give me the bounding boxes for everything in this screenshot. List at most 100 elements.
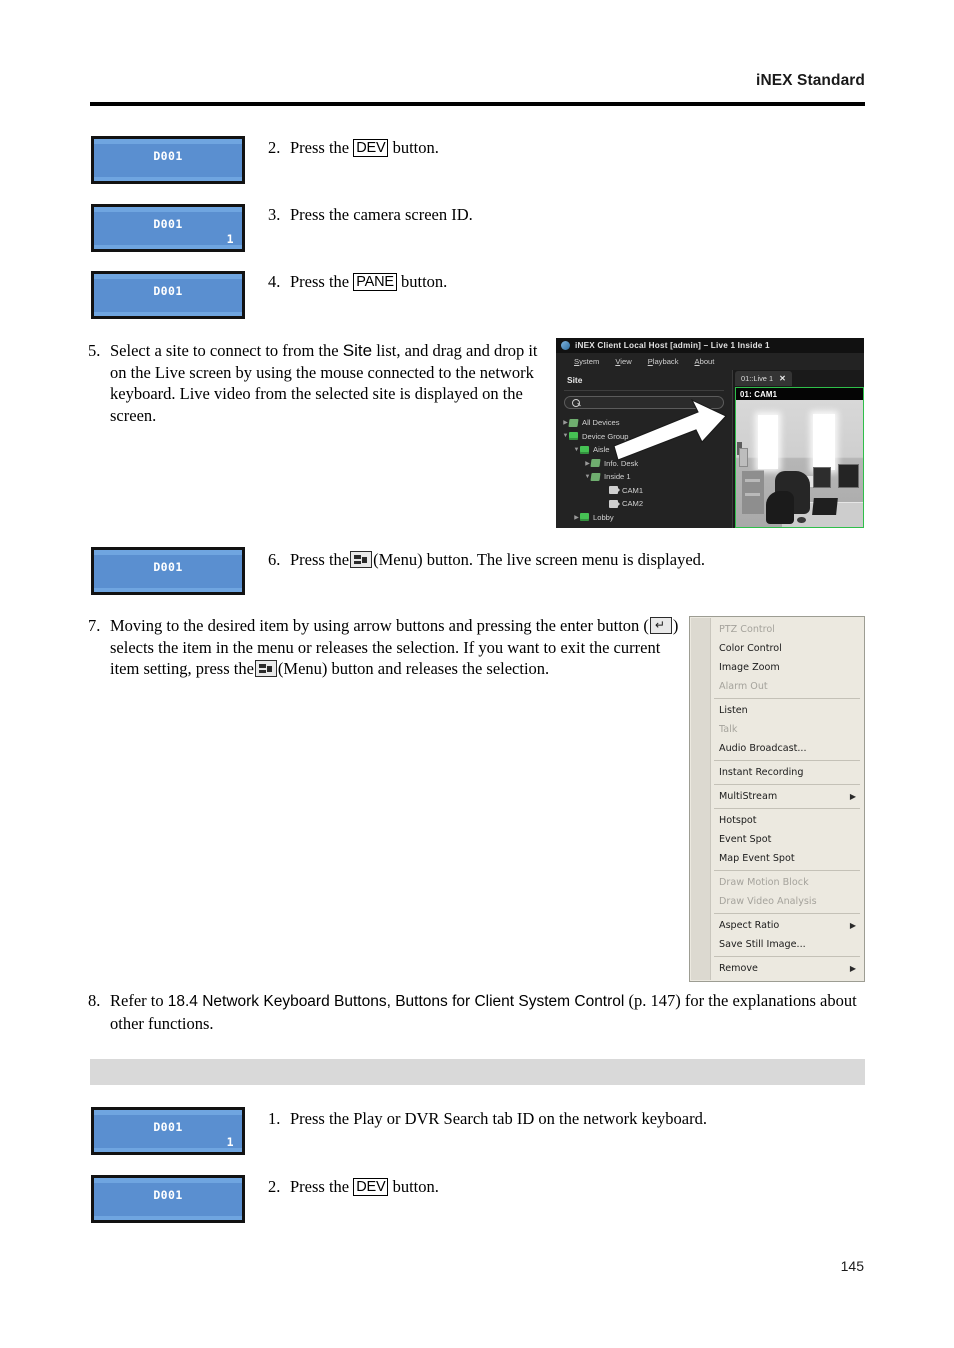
menu-item-label: Draw Motion Block	[719, 877, 809, 888]
menu-separator	[714, 784, 860, 785]
menu-item-map-event-spot[interactable]: Map Event Spot	[690, 849, 864, 868]
menu-item-label: Color Control	[719, 643, 782, 654]
scene-monitor-b	[837, 463, 859, 489]
live-screen-context-menu: PTZ Control Color Control Image Zoom Ala…	[689, 616, 865, 982]
lcd-line-primary: D001	[153, 1188, 183, 1202]
lcd-top-strip	[94, 139, 242, 144]
step-8: 8. Refer to 18.4 Network Keyboard Button…	[88, 990, 878, 1034]
lcd-display-bottom-step2: D001	[91, 1175, 245, 1223]
menu-item-event-spot[interactable]: Event Spot	[690, 830, 864, 849]
tree-item-label: Lobby	[593, 512, 614, 522]
menu-item-alarm-out[interactable]: Alarm Out	[690, 677, 864, 696]
tree-item-label: Inside 1	[604, 472, 631, 482]
scene-picture-frame	[738, 448, 749, 467]
step-7-body: Moving to the desired item by using arro…	[110, 615, 688, 680]
camera-icon	[609, 499, 620, 508]
menu-item-image-zoom[interactable]: Image Zoom	[690, 658, 864, 677]
lcd-display-bottom-step1: D001 1	[91, 1107, 245, 1155]
site-search-input[interactable]	[564, 396, 724, 409]
menu-item-save-still-image[interactable]: Save Still Image...	[690, 935, 864, 954]
menu-item-aspect-ratio[interactable]: Aspect Ratio ▶	[690, 916, 864, 935]
lcd-line-primary: D001	[153, 149, 183, 163]
tab-live-1[interactable]: 01::Live 1 ✕	[735, 371, 792, 386]
inex-title-bar: iNEX Client Local Host [admin] – Live 1 …	[556, 338, 864, 353]
pane-keycap: PANE	[353, 273, 397, 291]
tree-item-inside-1[interactable]: ▼ Inside 1	[556, 470, 732, 484]
video-cell-01[interactable]: 01: CAM1	[735, 387, 864, 528]
chevron-right-icon: ▶	[849, 791, 856, 801]
chevron-down-icon[interactable]: ▼	[573, 447, 580, 453]
step-8-text-post: (p. 147) for the	[628, 991, 729, 1010]
tree-item-label: Info. Desk	[604, 458, 639, 468]
chevron-right-icon[interactable]: ▶	[573, 514, 580, 521]
menu-item-label: Listen	[719, 705, 748, 716]
menu-item-hotspot[interactable]: Hotspot	[690, 811, 864, 830]
group-icon	[569, 432, 578, 441]
menu-item-color-control[interactable]: Color Control	[690, 639, 864, 658]
step-5-line1-b: list, and drag and	[376, 341, 490, 360]
menu-item-view[interactable]: View	[615, 357, 631, 366]
tree-item-cam1[interactable]: CAM1	[556, 484, 732, 498]
device-icon	[590, 472, 601, 481]
menu-item-remove[interactable]: Remove ▶	[690, 959, 864, 978]
scene-cabinet	[742, 469, 764, 515]
step-2-number: 2.	[268, 138, 281, 157]
site-panel-divider	[564, 390, 724, 391]
inex-menu-bar: System View Playback About	[556, 353, 864, 370]
menu-item-draw-video-analysis[interactable]: Draw Video Analysis	[690, 892, 864, 911]
menu-item-talk[interactable]: Talk	[690, 720, 864, 739]
close-icon[interactable]: ✕	[779, 374, 786, 383]
scene-laptop	[812, 497, 839, 515]
tree-item-info-desk[interactable]: ▶ Info. Desk	[556, 457, 732, 471]
step-4: 4. Press the PANE button.	[268, 271, 828, 293]
menu-separator	[714, 698, 860, 699]
tree-item-all-devices[interactable]: ▶ All Devices	[556, 416, 732, 430]
menu-icon	[254, 660, 277, 677]
site-device-tree: ▶ All Devices ▼ Device Group ▼ Aisle ▶ I…	[556, 414, 732, 528]
menu-item-instant-recording[interactable]: Instant Recording	[690, 763, 864, 782]
enter-icon: ↵	[649, 617, 672, 634]
menu-item-about[interactable]: About	[695, 357, 715, 366]
tree-item-device-group[interactable]: ▼ Device Group	[556, 430, 732, 444]
menu-item-audio-broadcast[interactable]: Audio Broadcast...	[690, 739, 864, 758]
chevron-down-icon[interactable]: ▼	[562, 433, 569, 439]
menu-item-label: Save Still Image...	[719, 939, 806, 950]
tree-item-aisle[interactable]: ▼ Aisle	[556, 443, 732, 457]
step-7-number: 7.	[88, 616, 101, 635]
tab-label: 01::Live 1	[741, 374, 774, 383]
menu-item-system[interactable]: System	[574, 357, 599, 366]
menu-item-label: Aspect Ratio	[719, 920, 780, 931]
menu-item-label: Image Zoom	[719, 662, 780, 673]
menu-item-label: Draw Video Analysis	[719, 896, 817, 907]
menu-item-draw-motion-block[interactable]: Draw Motion Block	[690, 873, 864, 892]
lcd-line-primary: D001	[153, 284, 183, 298]
menu-rest: bout	[699, 357, 715, 366]
step-7-line2-a: button (	[597, 616, 649, 635]
bottom-step-2-number: 2.	[268, 1177, 281, 1196]
step-5-body: Select a site to connect to from the Sit…	[110, 340, 538, 426]
scene-monitor-a	[813, 467, 831, 489]
menu-item-label: Instant Recording	[719, 767, 804, 778]
tree-item-lobby[interactable]: ▶ Lobby	[556, 511, 732, 525]
site-emphasis: Site	[342, 341, 373, 360]
step-6-number: 6.	[268, 550, 281, 569]
menu-item-multistream[interactable]: MultiStream ▶	[690, 787, 864, 806]
menu-rest: layback	[652, 357, 679, 366]
menu-item-label: Remove	[719, 963, 758, 974]
bottom-step-2-text-post: button.	[392, 1177, 439, 1196]
step-7-line1: Moving to the desired item by using arro…	[110, 616, 593, 635]
site-panel: Site ▶ All Devices ▼ Device Group ▼ Aisl…	[556, 370, 733, 528]
lcd-line-primary: D001	[153, 1120, 183, 1134]
menu-item-playback[interactable]: Playback	[648, 357, 679, 366]
live-video-image	[736, 400, 863, 527]
step-7: 7. Moving to the desired item by using a…	[88, 615, 688, 680]
scene-mouse	[796, 516, 806, 524]
tree-item-cam2[interactable]: CAM2	[556, 497, 732, 511]
menu-separator	[714, 808, 860, 809]
menu-item-listen[interactable]: Listen	[690, 701, 864, 720]
menu-item-ptz-control[interactable]: PTZ Control	[690, 620, 864, 639]
lcd-top-strip	[94, 1110, 242, 1115]
step-6-text-post: (Menu) button. The live screen menu is d…	[373, 550, 706, 569]
lcd-display-step6: D001	[91, 547, 245, 595]
step-4-text-post: button.	[401, 272, 448, 291]
